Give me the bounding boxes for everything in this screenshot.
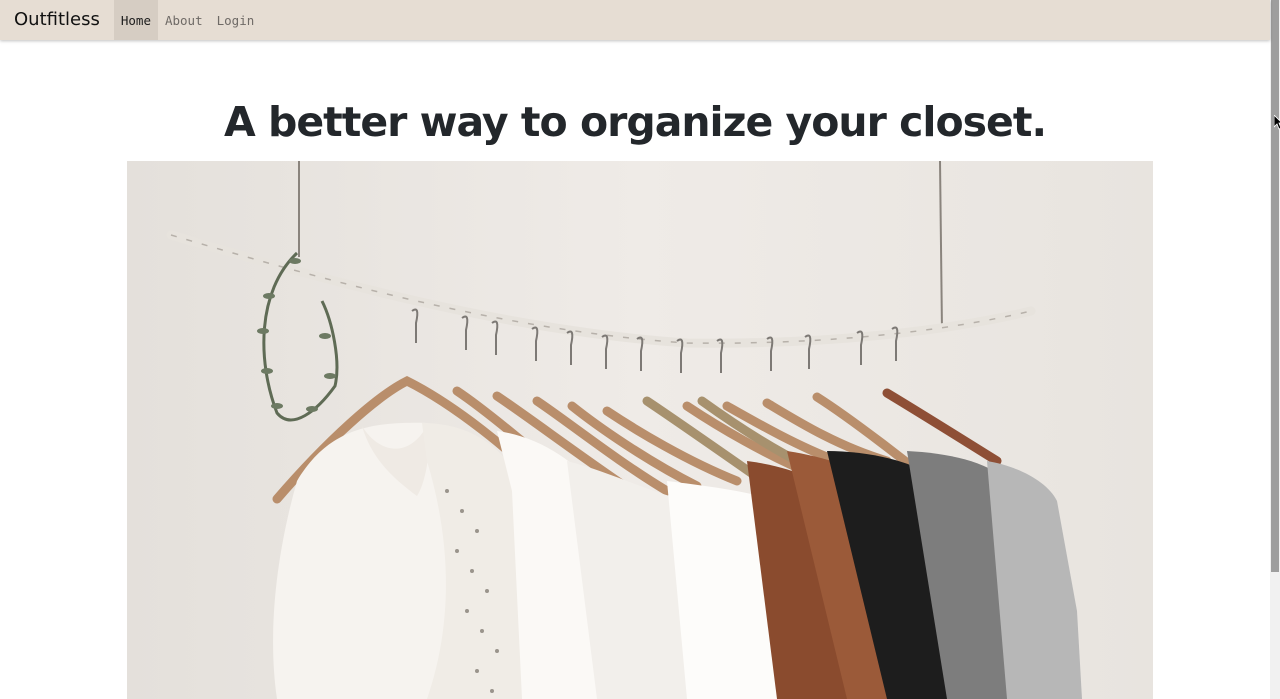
hero-title: A better way to organize your closet.	[223, 98, 1047, 146]
brand-logo[interactable]: Outfitless	[0, 0, 114, 40]
page-scrollbar[interactable]	[1270, 0, 1280, 699]
nav-home-link[interactable]: Home	[113, 0, 158, 40]
mouse-cursor-icon	[1274, 115, 1280, 130]
nav-about-link[interactable]: About	[158, 0, 210, 40]
nav-login-link[interactable]: Login	[210, 0, 262, 40]
top-navbar: Outfitless Home About Login	[0, 0, 1270, 40]
clothes-rack-illustration	[127, 161, 1153, 699]
scrollbar-thumb[interactable]	[1271, 0, 1279, 572]
hero-image	[127, 161, 1153, 699]
nav-links: Home About Login	[113, 0, 262, 40]
